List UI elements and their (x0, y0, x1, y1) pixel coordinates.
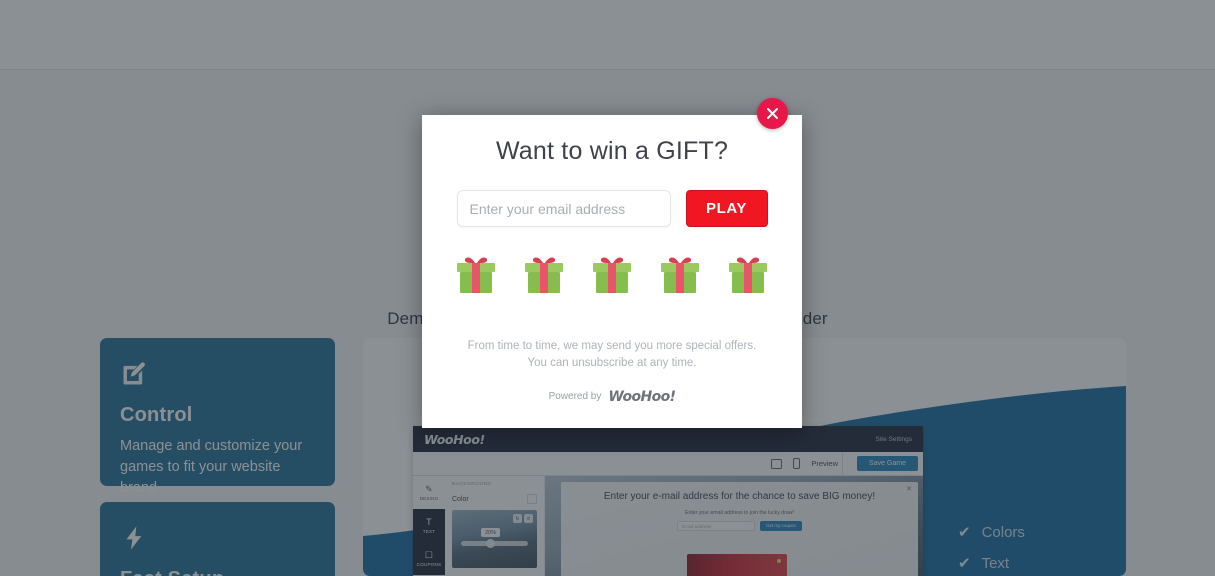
gift-popup-modal: Want to win a GIFT? PLAY (422, 115, 802, 428)
gift-row (422, 254, 802, 296)
gift-box-icon (729, 257, 767, 293)
woohoo-logo[interactable]: WooHoo! (608, 389, 676, 405)
gift-box-icon (457, 257, 495, 293)
modal-legal-text: From time to time, we may send you more … (422, 338, 802, 373)
modal-signup-form: PLAY (422, 190, 802, 227)
gift-box-icon (593, 257, 631, 293)
screen: Demonstrate the value of gamification to… (0, 0, 1215, 576)
play-button[interactable]: PLAY (685, 190, 768, 227)
modal-title: Want to win a GIFT? (495, 137, 729, 165)
close-button[interactable] (757, 98, 788, 129)
powered-by: Powered by WooHoo! (422, 389, 802, 405)
legal-line-2: You can unsubscribe at any time. (527, 357, 697, 370)
gift-box-icon (661, 257, 699, 293)
close-icon (767, 108, 778, 119)
gift-box-icon (525, 257, 563, 293)
powered-by-label: Powered by (548, 391, 602, 402)
legal-line-1: From time to time, we may send you more … (467, 340, 757, 352)
email-input[interactable] (456, 190, 671, 227)
